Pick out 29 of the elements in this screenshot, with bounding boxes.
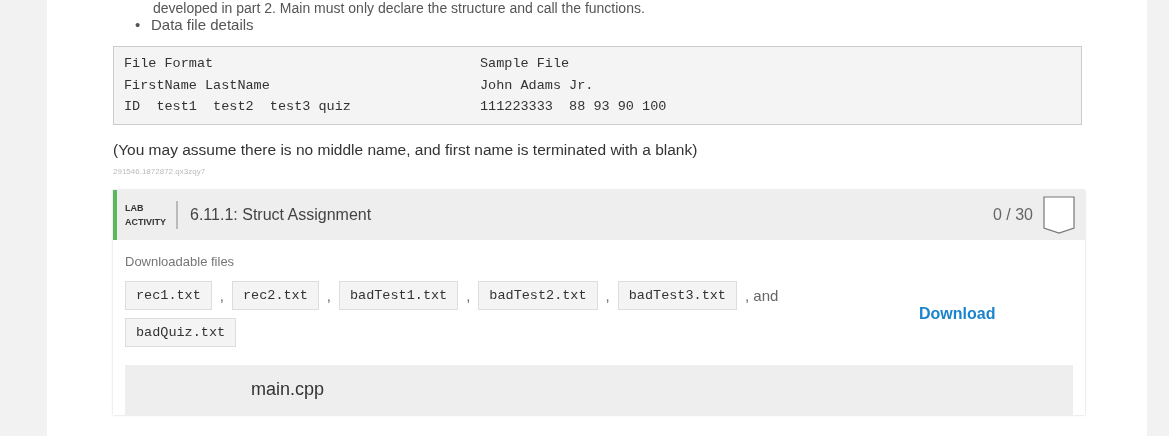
file-link[interactable]: badTest3.txt bbox=[617, 280, 737, 310]
note-text: (You may assume there is no middle name, and first name is terminated with a blank) bbox=[113, 140, 699, 159]
code-text: 111223333 88 93 90 100 bbox=[480, 98, 667, 116]
lab-label: LAB bbox=[125, 201, 145, 215]
separator-text: , bbox=[219, 286, 224, 304]
file-link[interactable]: badTest1.txt bbox=[338, 280, 459, 310]
separator-text: , bbox=[326, 286, 331, 304]
downloads-heading: Downloadable files bbox=[125, 253, 236, 269]
code-text: ID test1 test2 test3 quiz bbox=[124, 98, 352, 116]
file-link[interactable]: badQuiz.txt bbox=[125, 317, 237, 347]
score-text: 0 / 30 bbox=[992, 205, 1033, 224]
lab-title: 6.11.1: Struct Assignment bbox=[190, 205, 373, 224]
code-text: Sample File bbox=[480, 55, 570, 73]
separator-text: , bbox=[466, 286, 471, 304]
code-text: John Adams Jr. bbox=[480, 76, 594, 95]
editor-filename: main.cpp bbox=[251, 379, 325, 400]
file-link[interactable]: badTest2.txt bbox=[478, 280, 598, 310]
code-text: File Format bbox=[124, 55, 215, 73]
lab-label: ACTIVITY bbox=[125, 215, 166, 229]
separator-text: , bbox=[605, 286, 610, 304]
download-button[interactable]: Download bbox=[915, 300, 1000, 327]
bullet-marker: • bbox=[135, 16, 142, 34]
bullet-item: Data file details bbox=[151, 16, 254, 34]
code-text: FirstName LastName bbox=[124, 76, 271, 95]
separator-text: , and bbox=[744, 286, 779, 304]
reference-id: 291546.1872872.qx3zqy7 bbox=[113, 166, 207, 176]
file-link[interactable]: rec1.txt bbox=[125, 280, 212, 310]
file-link[interactable]: rec2.txt bbox=[232, 280, 319, 310]
instruction-text: developed in part 2. Main must only declare the structure and call the functions. bbox=[152, 0, 646, 16]
